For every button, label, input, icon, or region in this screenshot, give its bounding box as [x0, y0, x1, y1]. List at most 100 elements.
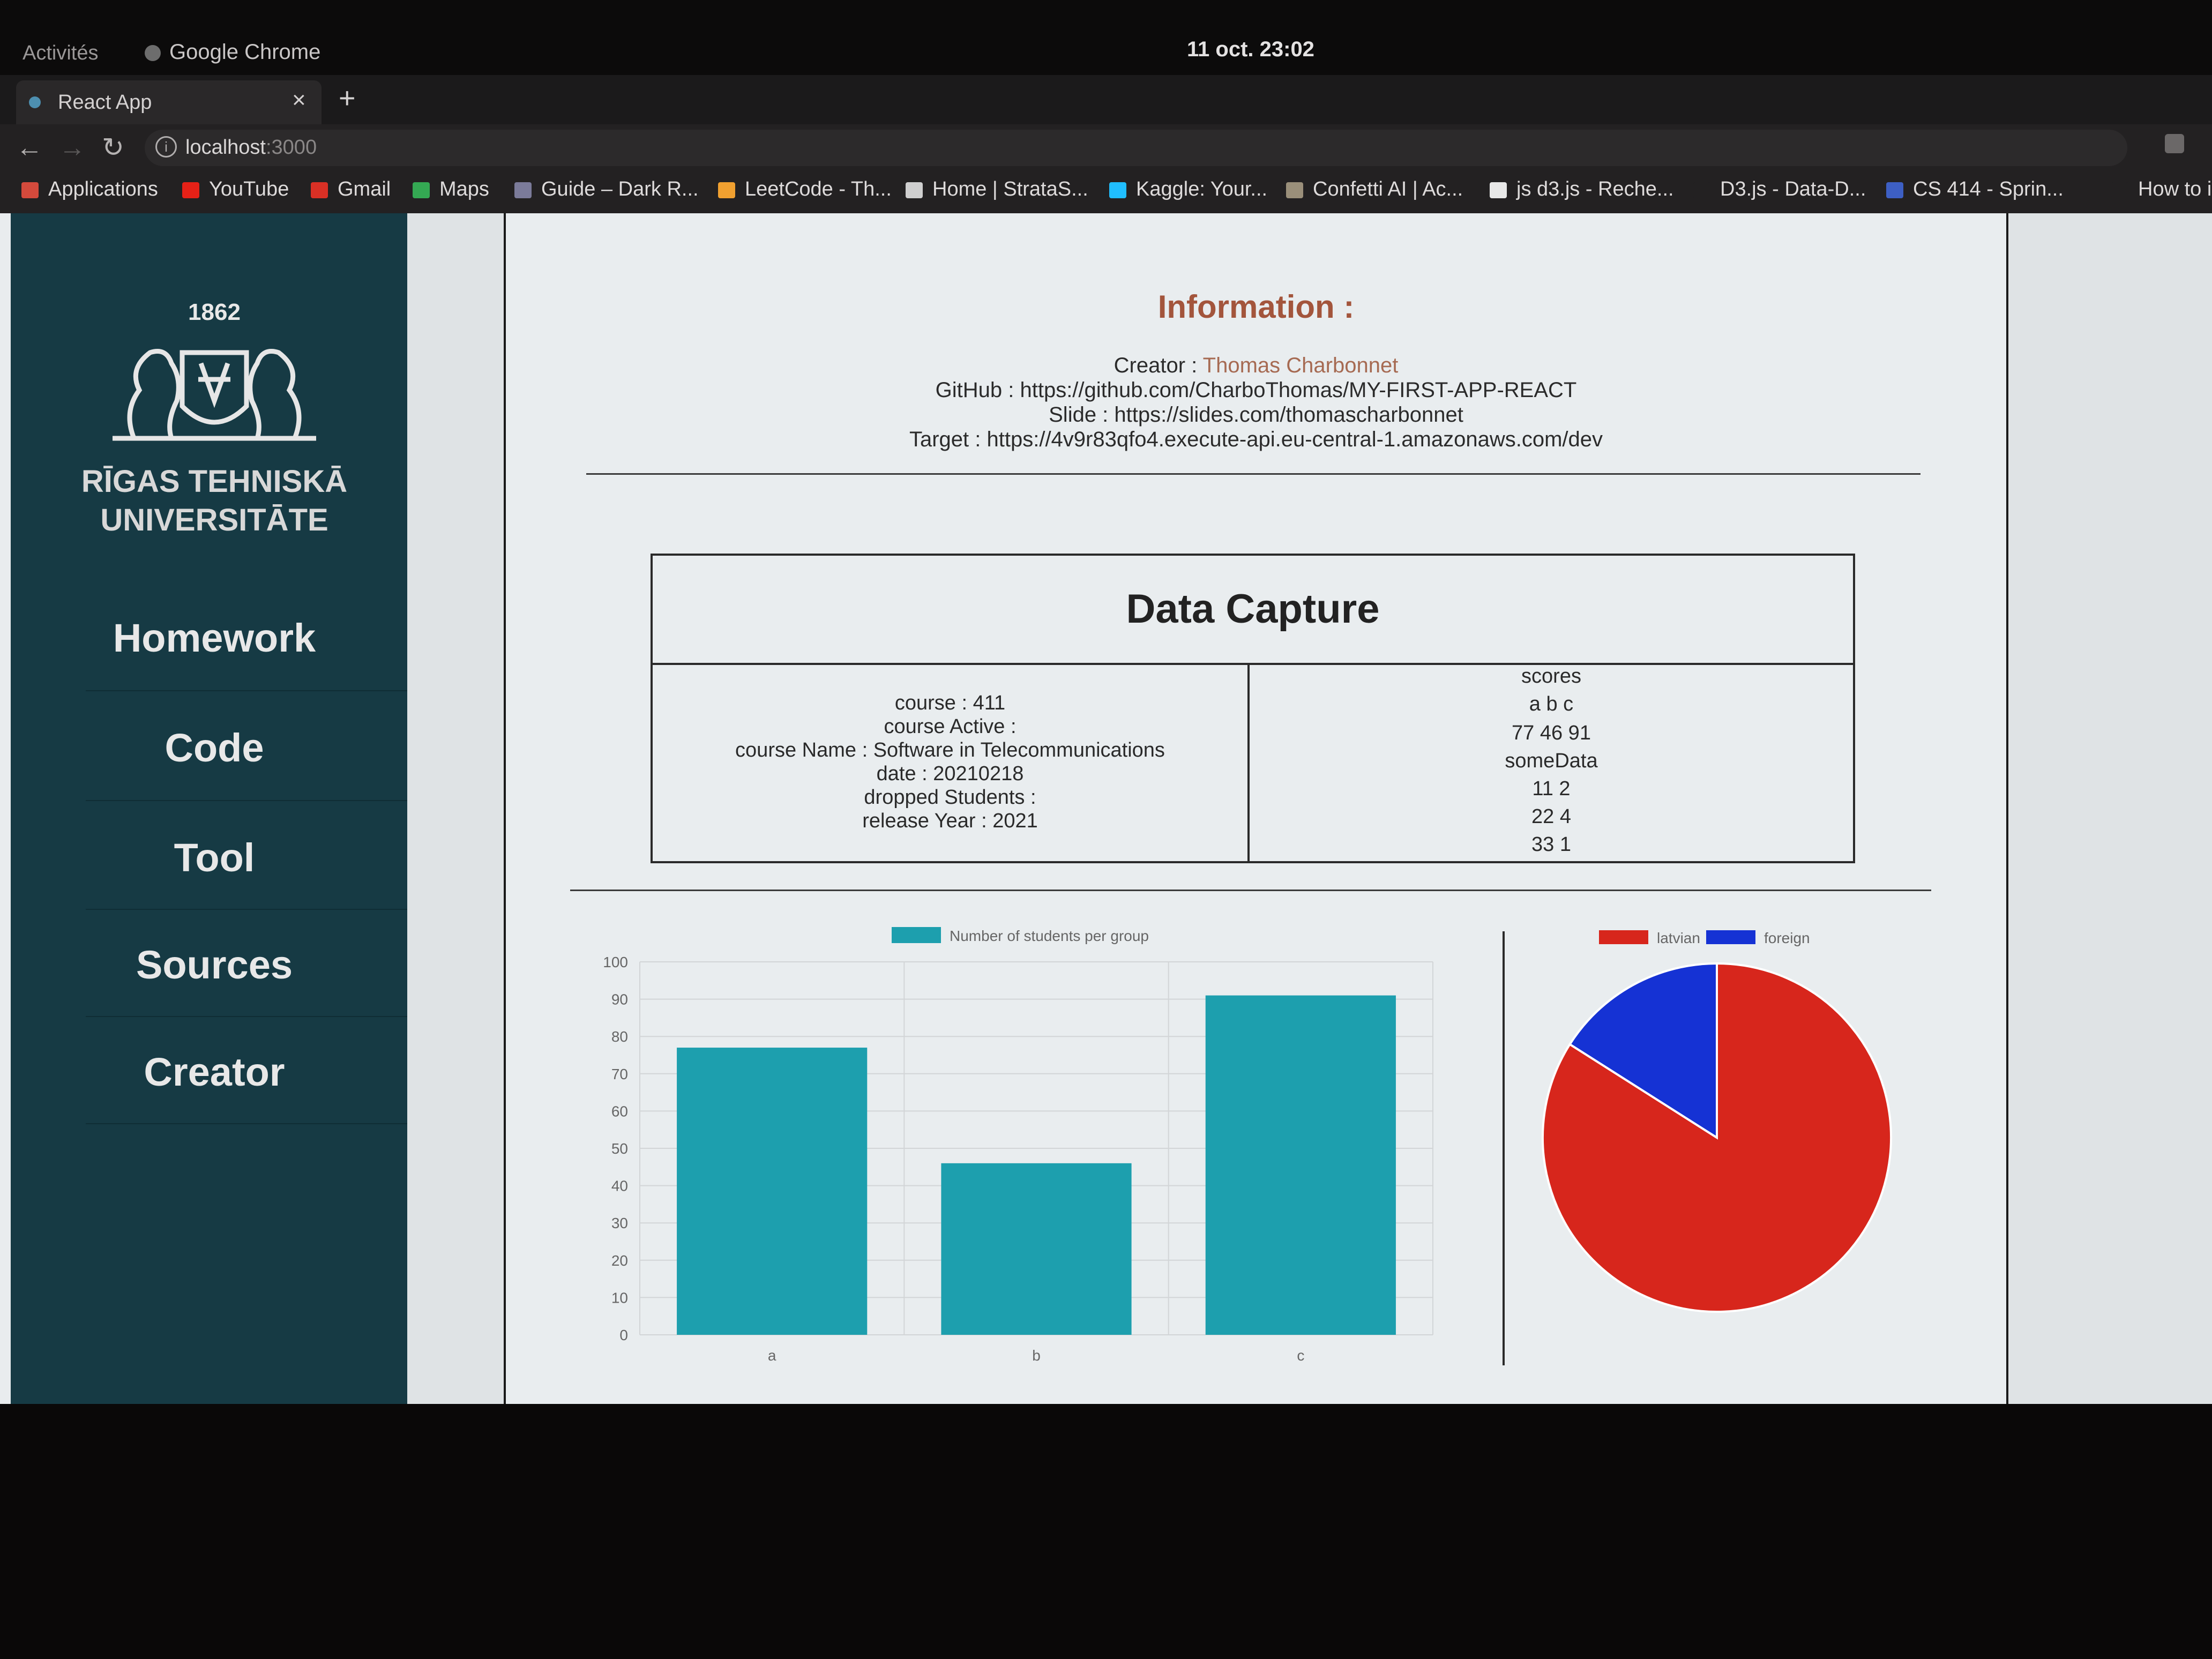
bookmark-item[interactable]: Confetti AI | Ac...: [1286, 178, 1463, 201]
sidebar-item-sources[interactable]: Sources: [21, 942, 407, 988]
y-tick-label: 10: [611, 1289, 628, 1306]
bookmark-label: Confetti AI | Ac...: [1313, 178, 1463, 200]
bookmark-label: D3.js - Data-D...: [1720, 178, 1866, 200]
site-info-icon[interactable]: i: [155, 136, 177, 158]
extension-icon[interactable]: [2165, 134, 2184, 153]
sidebar-item-creator[interactable]: Creator: [21, 1049, 407, 1095]
bookmark-favicon-icon: [1693, 182, 1710, 198]
url-host: localhost: [185, 136, 266, 159]
information-title: Information :: [1157, 289, 1355, 325]
url-port: :3000: [265, 136, 317, 159]
legend-swatch: [1599, 930, 1648, 944]
os-clock[interactable]: 11 oct. 23:02: [1187, 38, 1314, 62]
y-tick-label: 0: [619, 1327, 628, 1343]
somedata-row: 33 1: [1531, 833, 1571, 856]
github-line[interactable]: GitHub : https://github.com/CharboThomas…: [506, 378, 2006, 402]
slide-line[interactable]: Slide : https://slides.com/thomascharbon…: [506, 403, 2006, 427]
reload-icon[interactable]: ↻: [102, 132, 124, 163]
bookmark-favicon-icon: [2111, 182, 2128, 198]
somedata-row: 11 2: [1532, 778, 1571, 800]
legend-swatch: [1706, 930, 1755, 944]
bookmark-item[interactable]: Gmail: [311, 178, 391, 201]
back-arrow-icon[interactable]: ←: [16, 132, 43, 163]
data-capture-course-cell: course : 411 course Active : course Name…: [653, 665, 1250, 861]
bookmark-label: Home | StrataS...: [932, 178, 1088, 200]
logo-name: RĪGAS TEHNISKĀ UNIVERSITĀTE: [70, 462, 359, 540]
coat-of-arms-icon: [113, 349, 316, 441]
browser-tab[interactable]: React App ×: [16, 80, 322, 124]
bookmark-favicon-icon: [1286, 182, 1303, 198]
y-tick-label: 50: [611, 1140, 628, 1157]
sidebar-item-tool[interactable]: Tool: [21, 835, 407, 880]
bookmark-label: Applications: [48, 178, 158, 200]
bookmark-favicon-icon: [1109, 182, 1126, 198]
bookmark-label: Maps: [439, 178, 489, 200]
address-bar[interactable]: i localhost:3000: [145, 130, 2127, 166]
y-tick-label: 80: [611, 1028, 628, 1045]
bookmark-item[interactable]: How to inst: [2111, 178, 2212, 201]
bookmark-item[interactable]: CS 414 - Sprin...: [1886, 178, 2064, 201]
bar-c: [1205, 995, 1396, 1335]
creator-name: Thomas Charbonnet: [1202, 354, 1399, 377]
somedata-heading: someData: [1505, 750, 1598, 772]
new-tab-button[interactable]: +: [339, 81, 356, 115]
bar-b: [941, 1163, 1132, 1335]
forward-arrow-icon[interactable]: →: [59, 132, 86, 163]
x-tick-label: a: [768, 1347, 776, 1364]
data-capture-box: Data Capture course : 411 course Active …: [651, 554, 1855, 863]
legend-swatch: [892, 927, 941, 943]
browser-toolbar: ← → ↻ i localhost:3000: [0, 124, 2212, 173]
sidebar: 1862 RĪGAS TEHNISKĀ UNIVERSITĀTE Homework…: [11, 213, 407, 1404]
chrome-icon: [145, 45, 161, 62]
os-app-name: Google Chrome: [169, 40, 321, 64]
sidebar-divider: [86, 909, 407, 910]
sidebar-divider: [86, 1123, 407, 1124]
bookmark-label: CS 414 - Sprin...: [1913, 178, 2064, 200]
monitor-bezel: [0, 1404, 2212, 1659]
tab-close-icon[interactable]: ×: [292, 87, 306, 114]
data-capture-scores-cell: scores a b c 77 46 91 someData 11 2 22 4…: [1250, 665, 1853, 861]
sidebar-item-code[interactable]: Code: [21, 725, 407, 771]
bookmark-favicon-icon: [718, 182, 735, 198]
bookmark-item[interactable]: Home | StrataS...: [906, 178, 1088, 201]
bar-chart[interactable]: 0 10 20 30 40 50 60 70 80 90 100 a b c Number of stude…: [570, 915, 1503, 1398]
bookmark-label: js d3.js - Reche...: [1516, 178, 1674, 200]
scores-keys: a b c: [1529, 693, 1574, 715]
sidebar-item-homework[interactable]: Homework: [21, 615, 407, 661]
bookmarks-bar: Applications YouTube Gmail Maps Guide – Dark…: [0, 173, 2212, 213]
data-capture-title: Data Capture: [653, 556, 1853, 665]
bookmark-item[interactable]: D3.js - Data-D...: [1693, 178, 1866, 201]
bookmark-label: YouTube: [209, 178, 289, 200]
course-name-field: course Name : Software in Telecommunicat…: [735, 739, 1165, 761]
bookmark-label: How to inst: [2138, 178, 2212, 200]
bookmark-favicon-icon: [514, 182, 532, 198]
bookmark-item[interactable]: Maps: [413, 178, 489, 201]
creator-label: Creator :: [1114, 354, 1203, 377]
y-tick-label: 70: [611, 1066, 628, 1082]
pie-chart[interactable]: latvian foreign: [1513, 915, 1963, 1398]
os-activities-button[interactable]: Activités: [23, 42, 98, 65]
release-year-field: release Year : 2021: [862, 810, 1038, 832]
logo-year: 1862: [188, 299, 241, 325]
dropped-students-field: dropped Students :: [864, 786, 1036, 809]
bar-a: [677, 1048, 868, 1335]
bookmark-item[interactable]: LeetCode - Th...: [718, 178, 892, 201]
bookmark-item[interactable]: Kaggle: Your...: [1109, 178, 1267, 201]
bookmark-item[interactable]: YouTube: [182, 178, 289, 201]
target-line[interactable]: Target : https://4v9r83qfo4.execute-api.…: [506, 428, 2006, 452]
os-app-menu[interactable]: Google Chrome: [145, 40, 320, 64]
bookmark-item[interactable]: js d3.js - Reche...: [1490, 178, 1674, 201]
bookmark-label: Guide – Dark R...: [541, 178, 699, 200]
charts-area: 0 10 20 30 40 50 60 70 80 90 100 a b c Number of stude…: [570, 915, 1963, 1398]
page-gutter-left: [407, 213, 504, 1404]
scores-values: 77 46 91: [1512, 722, 1591, 744]
university-logo[interactable]: 1862 RĪGAS TEHNISKĀ UNIVERSITĀTE: [70, 299, 359, 537]
bookmark-item[interactable]: Applications: [21, 178, 158, 201]
course-field: course : 411: [894, 692, 1006, 714]
section-divider: [570, 890, 1931, 891]
url-text[interactable]: localhost:3000: [185, 136, 317, 159]
page-gutter-right: [2008, 213, 2212, 1404]
y-tick-label: 60: [611, 1103, 628, 1119]
x-tick-label: b: [1032, 1347, 1041, 1364]
bookmark-item[interactable]: Guide – Dark R...: [514, 178, 699, 201]
